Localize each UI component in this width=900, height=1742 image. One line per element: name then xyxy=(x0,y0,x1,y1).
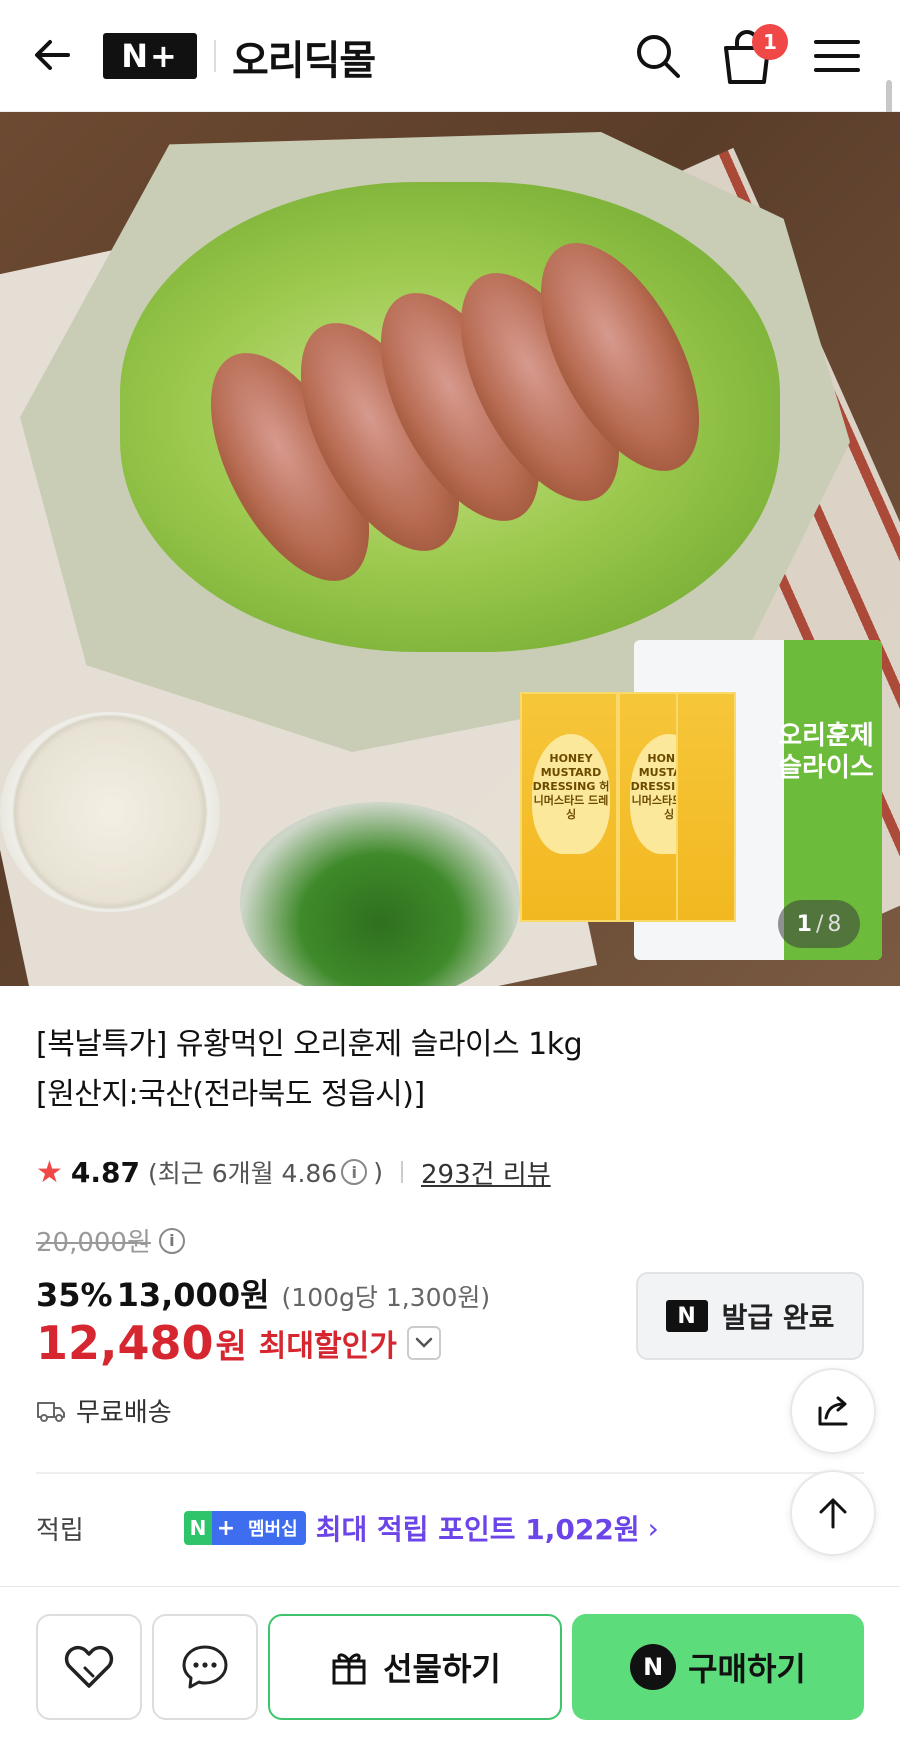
max-discount-label: 최대할인가 xyxy=(258,1329,397,1364)
herb-bowl-graphic xyxy=(240,802,520,986)
gift-label: 선물하기 xyxy=(383,1650,501,1688)
cart-button[interactable]: 1 xyxy=(718,24,788,88)
chevron-right-icon: › xyxy=(647,1511,659,1545)
image-counter-current: 1 xyxy=(796,911,812,937)
chat-icon xyxy=(182,1645,228,1689)
heart-icon xyxy=(64,1645,114,1688)
rating-row: ★ 4.87 (최근 6개월 4.86 i ) 293건 리뷰 xyxy=(36,1152,551,1192)
back-button[interactable] xyxy=(28,30,78,80)
wishlist-button[interactable] xyxy=(36,1614,142,1720)
coupon-button[interactable]: N 발급 완료 xyxy=(636,1272,864,1360)
coupon-label: 발급 완료 xyxy=(721,1301,835,1334)
logo-divider xyxy=(214,40,216,72)
max-discount-currency: 원 xyxy=(215,1326,247,1367)
sauce-bowl-graphic xyxy=(0,712,220,912)
scroll-top-button[interactable] xyxy=(790,1470,876,1556)
max-discount-row: 12,480 원 최대할인가 xyxy=(36,1316,441,1370)
buy-button[interactable]: N 구매하기 xyxy=(572,1614,864,1720)
recent-rating-close: ) xyxy=(373,1157,383,1187)
membership-badge: N + 멤버십 xyxy=(184,1511,306,1545)
membership-text: 멤버십 xyxy=(240,1511,306,1545)
chat-button[interactable] xyxy=(152,1614,258,1720)
membership-n: N xyxy=(184,1511,212,1545)
delivery-truck-icon xyxy=(37,1401,65,1422)
rating-value: 4.87 xyxy=(70,1155,140,1189)
original-price-value: 20,000원 xyxy=(36,1228,151,1258)
image-counter-total: 8 xyxy=(827,911,842,937)
image-counter-separator: / xyxy=(815,911,824,937)
review-count-link[interactable]: 293건 리뷰 xyxy=(421,1154,551,1191)
points-label: 적립 xyxy=(36,1515,84,1546)
dressing-sachet xyxy=(676,692,736,922)
max-points-text: 최대 적립 포인트 1,022원 xyxy=(315,1513,640,1546)
sachet-label: HONEY MUSTARD DRESSING 허니머스타드 드레싱 xyxy=(532,734,610,854)
chevron-down-icon xyxy=(415,1337,433,1348)
naver-pay-icon: N xyxy=(630,1644,677,1690)
product-image-carousel[interactable]: 오리훈제 슬라이스 HONEY MUSTARD DRESSING 허니머스타드 … xyxy=(0,112,900,986)
naver-n-icon: N xyxy=(665,1300,708,1332)
delivery-label: 무료배송 xyxy=(76,1398,172,1428)
recent-rating: (최근 6개월 4.86 xyxy=(148,1159,338,1188)
info-icon[interactable]: i xyxy=(158,1227,185,1254)
gift-button[interactable]: 선물하기 xyxy=(268,1614,562,1720)
buy-label: 구매하기 xyxy=(688,1650,806,1688)
membership-plus: + xyxy=(212,1511,240,1545)
price-detail-dropdown[interactable] xyxy=(406,1326,441,1360)
image-counter: 1 / 8 xyxy=(778,900,860,948)
store-logo[interactable]: 오리딕몰 xyxy=(232,28,376,86)
points-row[interactable]: 적립 N + 멤버십 최대 적립 포인트 1,022원 › xyxy=(36,1508,659,1548)
discount-rate: 35% xyxy=(36,1276,113,1314)
package-text: 오리훈제 슬라이스 xyxy=(778,721,874,783)
price-row: 35% 13,000원 (100g당 1,300원) xyxy=(36,1270,490,1316)
gift-icon xyxy=(332,1653,366,1685)
section-divider xyxy=(36,1472,864,1474)
product-title-line2: [원산지:국산(전라북도 정읍시)] xyxy=(36,1077,425,1112)
delivery-info: 무료배송 xyxy=(36,1392,172,1429)
star-icon: ★ xyxy=(36,1154,63,1190)
search-button[interactable] xyxy=(632,30,684,82)
top-header: N+ 오리딕몰 1 xyxy=(0,0,900,112)
share-icon xyxy=(818,1396,848,1426)
menu-button[interactable] xyxy=(812,34,862,78)
divider xyxy=(400,1161,403,1183)
product-title-line1: [복날특가] 유황먹인 오리훈제 슬라이스 1kg xyxy=(36,1027,583,1062)
arrow-up-icon xyxy=(819,1498,847,1529)
product-title: [복날특가] 유황먹인 오리훈제 슬라이스 1kg [원산지:국산(전라북도 정… xyxy=(36,1020,736,1120)
back-arrow-icon xyxy=(35,40,70,70)
max-discount-price: 12,480 xyxy=(36,1316,214,1370)
menu-icon xyxy=(814,40,860,72)
sale-price: 13,000원 xyxy=(116,1276,270,1314)
cart-count-badge: 1 xyxy=(752,24,788,60)
dressing-sachet: HONEY MUSTARD DRESSING 허니머스타드 드레싱 xyxy=(520,692,618,922)
share-button[interactable] xyxy=(790,1368,876,1454)
info-icon[interactable]: i xyxy=(341,1159,368,1185)
original-price: 20,000원 i xyxy=(36,1222,191,1259)
bottom-action-bar: 선물하기 N 구매하기 xyxy=(0,1586,900,1742)
search-icon xyxy=(637,35,680,78)
nplus-logo[interactable]: N+ xyxy=(103,33,197,79)
unit-price: (100g당 1,300원) xyxy=(281,1283,491,1312)
